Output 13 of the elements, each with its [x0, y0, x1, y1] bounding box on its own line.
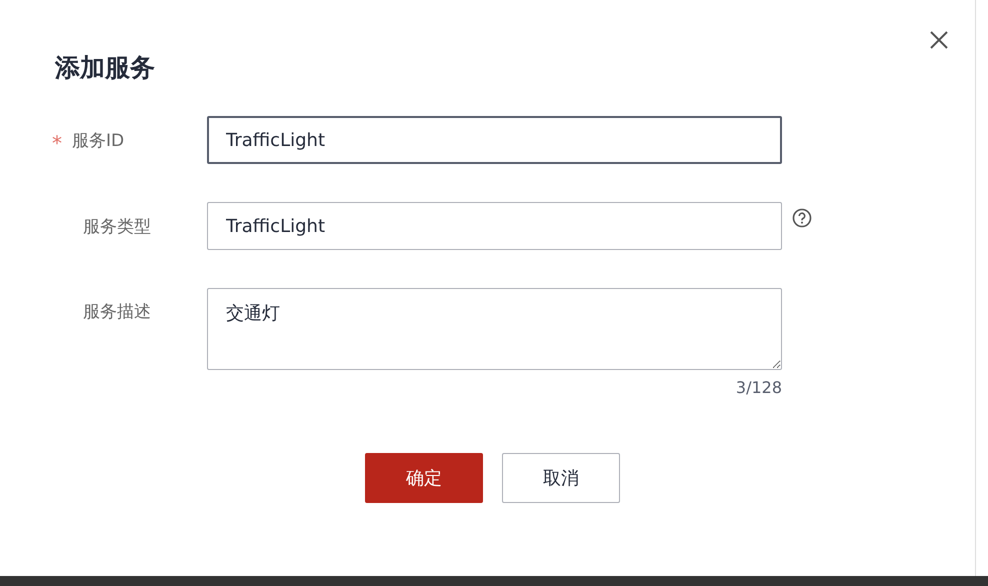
- char-counter: 3/128: [736, 378, 782, 397]
- field-label: 服务类型: [83, 216, 151, 238]
- field-label: 服务描述: [83, 301, 151, 323]
- cancel-button[interactable]: 取消: [502, 453, 620, 503]
- input-field[interactable]: TrafficLight: [207, 116, 782, 164]
- text-area[interactable]: 交通灯: [207, 288, 782, 370]
- close-icon[interactable]: [929, 30, 949, 50]
- help-icon[interactable]: [792, 208, 812, 228]
- required-mark: *: [52, 130, 63, 153]
- confirm-button[interactable]: 确定: [365, 453, 483, 503]
- input-field[interactable]: TrafficLight: [207, 202, 782, 250]
- dialog-title: 添加服务: [55, 52, 155, 84]
- field-label: 服务ID: [72, 130, 124, 152]
